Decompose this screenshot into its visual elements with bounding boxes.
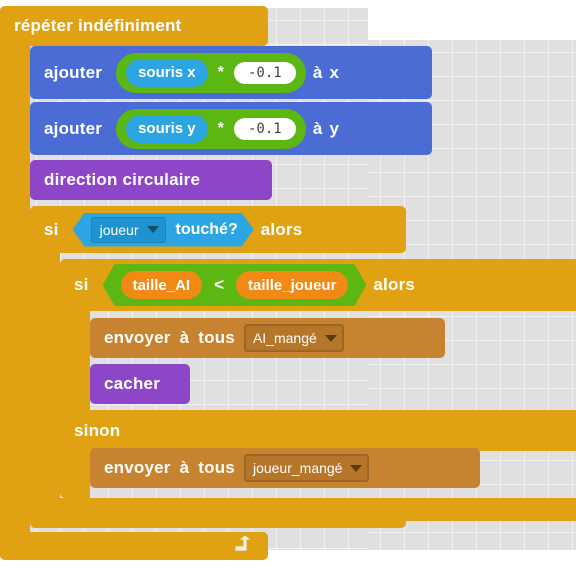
multiply-number-x[interactable]: -0.1 [233,61,296,84]
broadcast-player-scope: tous [198,458,235,477]
if-size-sinon-label: sinon [74,420,121,440]
touching-predicate[interactable]: joueur touché? [73,213,254,247]
multiply-number-y[interactable]: -0.1 [233,117,296,140]
mouse-x-reporter[interactable]: souris x [126,58,208,87]
chevron-down-icon [147,226,159,233]
broadcast-ai-message-value: AI_mangé [252,330,317,346]
broadcast-player-message-dropdown[interactable]: joueur_mangé [243,454,370,482]
broadcast-player-verb: envoyer [104,458,171,477]
loop-arrow-icon [234,535,252,552]
forever-loop-footer[interactable] [0,532,268,560]
less-than-symbol: < [214,275,225,294]
touching-target-value: joueur [99,221,139,238]
change-x-target: x [329,62,340,82]
chevron-down-icon [324,334,337,342]
if-touching-si-label: si [44,219,59,239]
broadcast-ai-scope: tous [198,328,235,347]
multiply-operator-y[interactable]: souris y * -0.1 [116,108,306,149]
direction-circulaire-label: direction circulaire [44,170,201,189]
multiply-symbol-y: * [217,119,224,137]
broadcast-ai-preposition: à [179,328,190,347]
change-x-verb: ajouter [44,62,103,82]
hide-block-label: cacher [104,374,161,393]
if-size-si-label: si [74,275,89,294]
mouse-y-reporter[interactable]: souris y [126,114,208,143]
hide-block[interactable]: cacher [90,364,190,404]
broadcast-ai-block[interactable]: envoyer à tous AI_mangé [90,318,445,358]
less-than-operator[interactable]: taille_AI < taille_joueur [103,264,367,306]
if-size-alors-label: alors [373,275,416,294]
change-x-block[interactable]: ajouter souris x * -0.1 à x [30,46,432,99]
touching-predicate-label: touché? [175,220,238,238]
broadcast-ai-message-dropdown[interactable]: AI_mangé [243,324,344,352]
change-y-target: y [329,118,340,138]
forever-loop-header[interactable]: répéter indéfiniment [0,6,268,46]
mouse-x-label: souris x [138,64,196,81]
if-size-header[interactable]: si taille_AI < taille_joueur alors [60,259,576,311]
mouse-y-label: souris y [138,120,196,137]
broadcast-player-message-value: joueur_mangé [252,460,343,476]
broadcast-ai-verb: envoyer [104,328,171,347]
chevron-down-icon [350,464,363,472]
if-touching-alors-label: alors [260,219,303,239]
variable-taille-ai[interactable]: taille_AI [121,271,203,299]
if-touching-left-spine[interactable] [30,206,60,528]
change-y-preposition: à [312,118,323,138]
forever-loop-label: répéter indéfiniment [14,16,182,35]
forever-loop-left-spine[interactable] [0,6,30,560]
multiply-symbol-x: * [217,63,224,81]
change-y-block[interactable]: ajouter souris y * -0.1 à y [30,102,432,155]
broadcast-player-block[interactable]: envoyer à tous joueur_mangé [90,448,480,488]
touching-target-dropdown[interactable]: joueur [91,217,166,243]
direction-circulaire-block[interactable]: direction circulaire [30,160,272,200]
multiply-operator-x[interactable]: souris x * -0.1 [116,52,306,93]
if-touching-header[interactable]: si joueur touché? alors [30,206,406,253]
broadcast-player-preposition: à [179,458,190,477]
change-y-verb: ajouter [44,118,103,138]
variable-taille-joueur[interactable]: taille_joueur [236,271,348,299]
if-size-footer[interactable] [60,498,576,521]
if-size-sinon-bar[interactable]: sinon [60,410,576,451]
change-x-preposition: à [312,62,323,82]
